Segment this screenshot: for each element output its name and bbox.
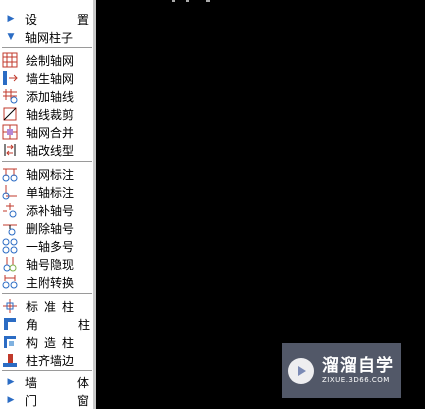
separator — [2, 370, 92, 372]
multi-number-icon — [2, 238, 18, 254]
align-column-icon — [2, 352, 18, 368]
menu-item-single-axis-dimension[interactable]: 单轴标注 — [0, 183, 93, 201]
wall-axis-icon — [2, 70, 18, 86]
menu-item-label: 轴网合并 — [26, 125, 75, 140]
convert-icon — [2, 274, 18, 290]
play-logo-icon — [288, 357, 314, 384]
standard-column-icon — [2, 298, 18, 314]
menu-item-wall-axis[interactable]: 墙生轴网 — [0, 69, 93, 87]
watermark-url: ZIXUE.3D66.COM — [322, 376, 390, 384]
menu-item-add-axis-number[interactable]: 添补轴号 — [0, 201, 93, 219]
corner-column-icon — [2, 316, 18, 332]
menu-wall[interactable]: ▶ 墙 体 — [0, 373, 93, 391]
menu-item-label: 添加轴线 — [26, 89, 75, 104]
separator — [2, 293, 92, 295]
menu-item-label: 主附转换 — [26, 275, 75, 290]
menu-item-primary-secondary[interactable]: 主附转换 — [0, 273, 93, 291]
grid-icon — [2, 52, 18, 68]
expand-arrow-icon: ▶ — [7, 14, 15, 24]
menu-item-merge-axis[interactable]: 轴网合并 — [0, 123, 93, 141]
collapse-arrow-icon: ▼ — [7, 32, 15, 42]
separator — [2, 161, 92, 163]
single-axis-icon — [2, 184, 18, 200]
construct-column-icon — [2, 334, 18, 350]
menu-item-label: 一轴多号 — [26, 239, 75, 254]
axis-dimension-icon — [2, 166, 18, 182]
expand-arrow-icon: ▶ — [7, 377, 15, 387]
watermark-title: 溜溜自学 — [322, 356, 394, 376]
menu-item-corner-column[interactable]: 角 柱 — [0, 315, 93, 333]
toggle-number-icon — [2, 256, 18, 272]
menu-item-label: 标准柱 — [26, 299, 81, 314]
watermark: 溜溜自学 ZIXUE.3D66.COM — [282, 343, 401, 398]
menu-settings-label: 设 置 — [25, 12, 104, 27]
menu-item-toggle-number[interactable]: 轴号隐现 — [0, 255, 93, 273]
canvas-fragment — [172, 0, 210, 2]
menu-item-standard-column[interactable]: 标准柱 — [0, 297, 93, 315]
add-axis-icon — [2, 88, 18, 104]
menu-item-label: 轴改线型 — [26, 143, 75, 158]
menu-item-multi-number[interactable]: 一轴多号 — [0, 237, 93, 255]
menu-item-label: 添补轴号 — [26, 203, 75, 218]
menu-item-label: 角 柱 — [26, 317, 105, 332]
menu-item-label: 轴线裁剪 — [26, 107, 75, 122]
menu-axis-group[interactable]: ▼ 轴网柱子 — [0, 28, 93, 46]
menu-item-delete-axis-number[interactable]: 删除轴号 — [0, 219, 93, 237]
menu-item-add-axis[interactable]: 添加轴线 — [0, 87, 93, 105]
delete-number-icon — [2, 220, 18, 236]
linetype-icon — [2, 142, 18, 158]
menu-item-construct-column[interactable]: 构造柱 — [0, 333, 93, 351]
menu-item-label: 单轴标注 — [26, 185, 75, 200]
menu-item-label: 轴网标注 — [26, 167, 75, 182]
menu-axis-group-label: 轴网柱子 — [25, 30, 74, 45]
menu-settings[interactable]: ▶ 设 置 — [0, 10, 93, 28]
menu-item-align-column[interactable]: 柱齐墙边 — [0, 351, 93, 369]
menu-door[interactable]: ▶ 门 窗 — [0, 391, 93, 409]
menu-item-label: 轴号隐现 — [26, 257, 75, 272]
menu-wall-label: 墙 体 — [25, 375, 104, 390]
menu-item-label: 删除轴号 — [26, 221, 75, 236]
menu-door-label: 门 窗 — [25, 393, 104, 408]
add-number-icon — [2, 202, 18, 218]
menu-item-draw-axis[interactable]: 绘制轴网 — [0, 51, 93, 69]
separator — [2, 47, 92, 49]
menu-item-label: 构造柱 — [26, 335, 81, 350]
merge-icon — [2, 124, 18, 140]
menu-item-trim-axis[interactable]: 轴线裁剪 — [0, 105, 93, 123]
menu-item-label: 柱齐墙边 — [26, 353, 75, 368]
trim-icon — [2, 106, 18, 122]
menu-item-label: 绘制轴网 — [26, 53, 75, 68]
menu-item-axis-dimension[interactable]: 轴网标注 — [0, 165, 93, 183]
tool-panel: ▶ 设 置 ▼ 轴网柱子 绘制轴网 墙生轴网 添加轴线 轴线裁剪 轴网合并 轴改… — [0, 0, 96, 409]
menu-item-linetype[interactable]: 轴改线型 — [0, 141, 93, 159]
menu-item-label: 墙生轴网 — [26, 71, 75, 86]
expand-arrow-icon: ▶ — [7, 395, 15, 405]
